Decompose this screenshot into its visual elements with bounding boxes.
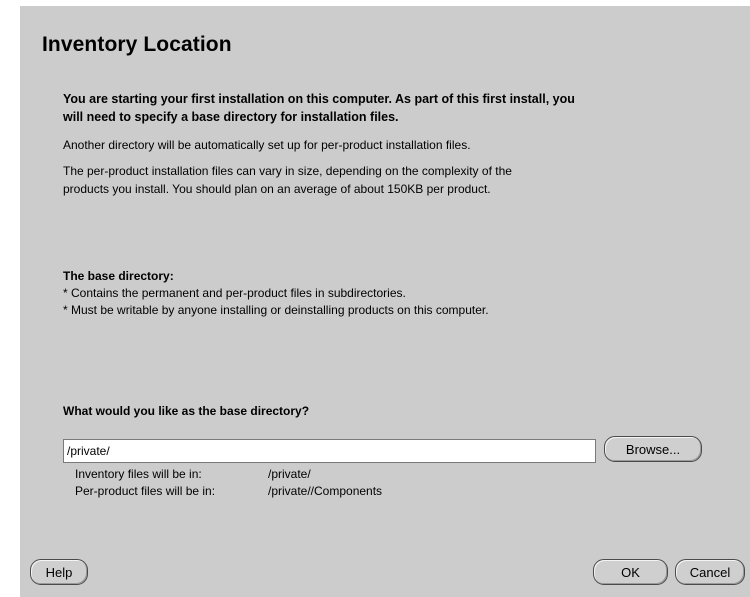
base-directory-heading: The base directory: xyxy=(63,269,174,283)
inventory-files-path: /private/ xyxy=(268,467,311,481)
base-directory-bullet-1: * Contains the permanent and per-product… xyxy=(63,286,406,300)
help-button[interactable]: Help xyxy=(30,559,88,585)
per-product-files-path: /private//Components xyxy=(268,484,383,498)
inventory-files-label: Inventory files will be in: xyxy=(75,467,202,481)
intro-bold-line-1: You are starting your first installation… xyxy=(63,92,575,106)
browse-button[interactable]: Browse... xyxy=(604,436,702,462)
intro-line-3: Another directory will be automatically … xyxy=(63,138,471,152)
base-directory-input[interactable] xyxy=(63,439,596,463)
base-directory-bullet-2: * Must be writable by anyone installing … xyxy=(63,303,489,317)
intro-line-4: The per-product installation files can v… xyxy=(63,164,512,178)
intro-bold-line-2: will need to specify a base directory fo… xyxy=(63,110,399,124)
page-title: Inventory Location xyxy=(42,33,232,56)
intro-line-5: products you install. You should plan on… xyxy=(63,182,491,196)
ok-button[interactable]: OK xyxy=(593,559,668,585)
cancel-button[interactable]: Cancel xyxy=(675,559,745,585)
base-directory-question: What would you like as the base director… xyxy=(63,404,310,418)
per-product-files-label: Per-product files will be in: xyxy=(75,484,216,498)
